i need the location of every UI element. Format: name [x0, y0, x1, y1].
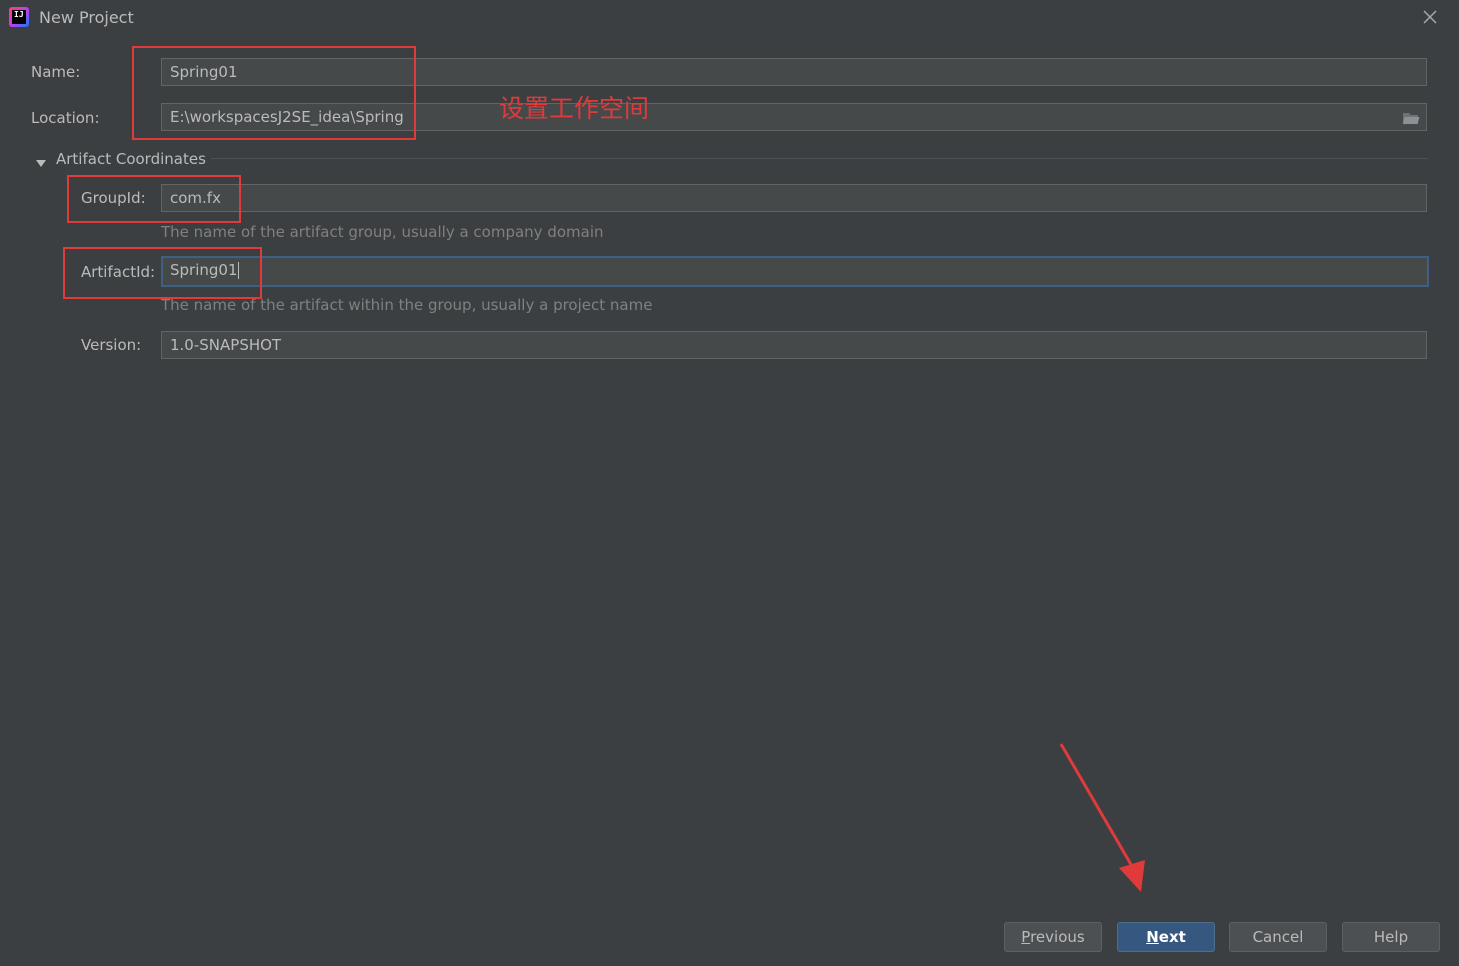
- version-label: Version:: [81, 336, 142, 354]
- annotation-box-artifactid: [63, 247, 262, 299]
- close-icon[interactable]: [1419, 6, 1441, 28]
- location-label: Location:: [31, 109, 100, 127]
- section-divider: [211, 158, 1428, 159]
- version-field[interactable]: 1.0-SNAPSHOT: [161, 331, 1427, 359]
- cancel-button[interactable]: Cancel: [1229, 922, 1327, 952]
- artifact-coordinates-title[interactable]: Artifact Coordinates: [56, 150, 206, 168]
- folder-browse-icon[interactable]: [1402, 111, 1420, 125]
- annotation-text: 设置工作空间: [499, 94, 650, 123]
- new-project-dialog: IJ New Project Name: Spring01 Location: …: [0, 0, 1459, 966]
- next-button[interactable]: Next: [1117, 922, 1215, 952]
- help-button[interactable]: Help: [1342, 922, 1440, 952]
- window-title: New Project: [39, 8, 134, 27]
- annotation-box-name-location: [132, 46, 416, 140]
- intellij-logo-icon: IJ: [9, 7, 29, 27]
- version-value: 1.0-SNAPSHOT: [170, 336, 282, 354]
- groupid-hint: The name of the artifact group, usually …: [161, 223, 604, 241]
- annotation-box-groupid: [67, 175, 241, 223]
- previous-button[interactable]: Previous: [1004, 922, 1102, 952]
- collapse-triangle-icon[interactable]: [36, 154, 46, 167]
- annotation-arrow-icon: [1059, 743, 1145, 892]
- name-label: Name:: [31, 63, 81, 81]
- title-bar: IJ New Project: [0, 0, 1459, 36]
- artifactid-field[interactable]: Spring01: [161, 256, 1429, 287]
- groupid-field[interactable]: com.fx: [161, 184, 1427, 212]
